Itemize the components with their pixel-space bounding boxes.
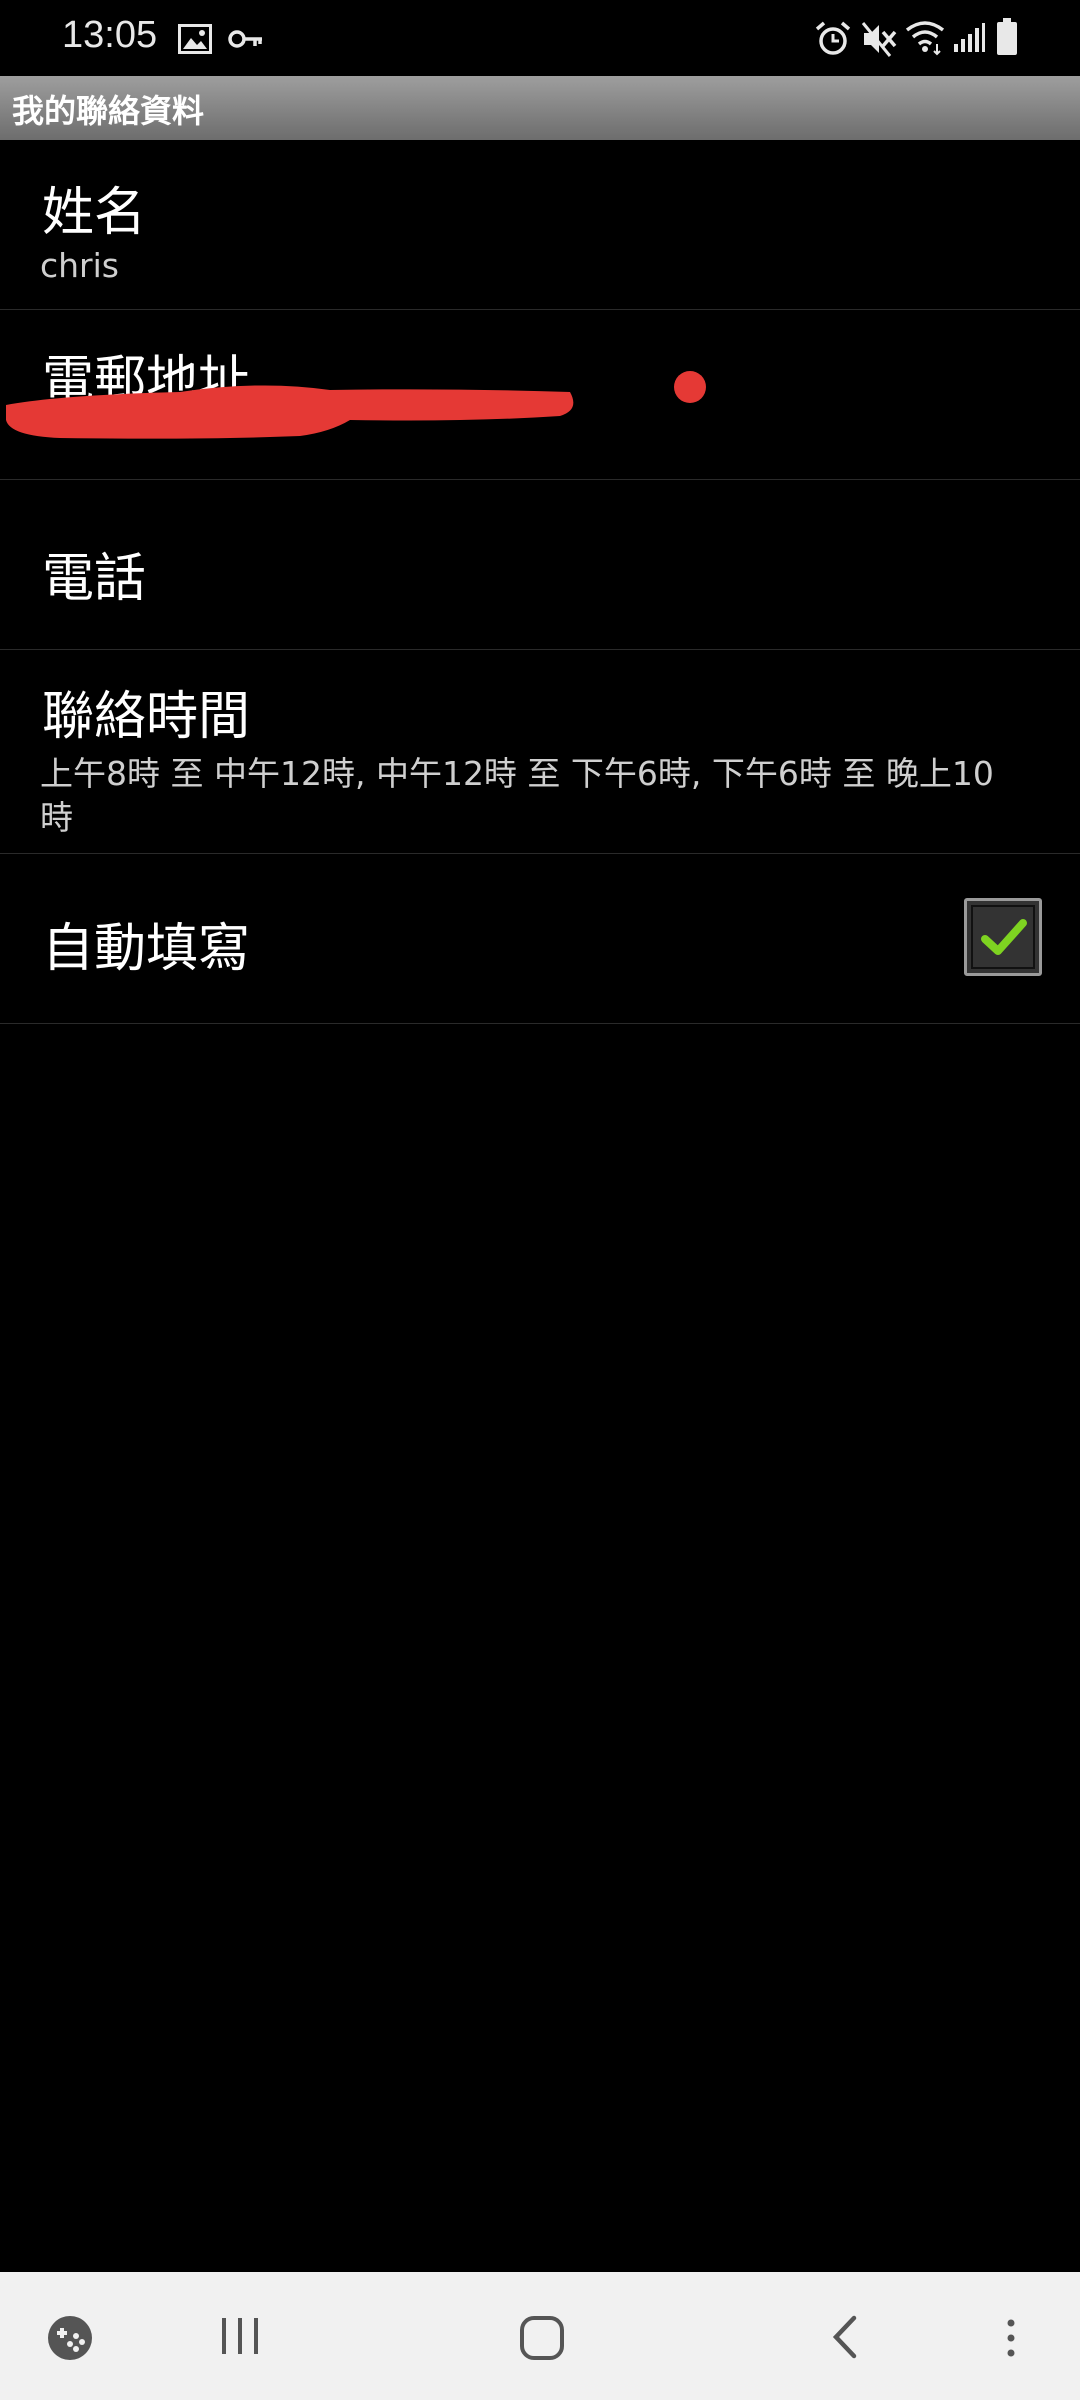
status-bar: 13:05	[0, 0, 1080, 76]
navigation-bar	[0, 2272, 1080, 2400]
pref-contact-time-summary: 上午8時 至 中午12時, 中午12時 至 下午6時, 下午6時 至 晚上10時	[40, 754, 994, 837]
gallery-icon	[178, 24, 212, 54]
pref-name-summary: chris	[40, 246, 119, 285]
page-title: 我的聯絡資料	[12, 92, 205, 130]
pref-name[interactable]: 姓名 chris	[0, 140, 1080, 310]
mute-icon	[861, 22, 897, 57]
battery-icon	[997, 18, 1017, 55]
home-icon[interactable]	[518, 2314, 566, 2362]
check-mark-icon	[981, 919, 1027, 955]
pref-phone[interactable]: 電話	[0, 480, 1080, 650]
pref-name-title: 姓名	[42, 183, 147, 243]
redaction-mark	[6, 371, 706, 439]
alarm-icon	[815, 21, 851, 55]
pref-autofill[interactable]: 自動填寫	[0, 854, 1080, 1024]
autofill-checkbox[interactable]	[964, 898, 1042, 976]
recent-apps-icon[interactable]	[218, 2316, 262, 2356]
signal-icon	[954, 23, 985, 52]
pref-phone-title: 電話	[42, 549, 147, 609]
pref-contact-time-title: 聯絡時間	[42, 687, 251, 747]
pref-autofill-title: 自動填寫	[42, 919, 251, 979]
pref-contact-time[interactable]: 聯絡時間 上午8時 至 中午12時, 中午12時 至 下午6時, 下午6時 至 …	[0, 650, 1080, 854]
status-time: 13:05	[62, 14, 158, 56]
back-icon[interactable]	[828, 2314, 862, 2360]
title-bar: 我的聯絡資料	[0, 76, 1080, 140]
key-icon	[228, 30, 262, 48]
wifi-icon	[905, 21, 945, 56]
game-tools-icon[interactable]	[46, 2314, 94, 2362]
pref-email[interactable]: 電郵地址	[0, 310, 1080, 480]
preference-list: 姓名 chris 電郵地址 電話 聯絡時間 上午8時 至 中午12時, 中午12…	[0, 140, 1080, 1024]
more-icon[interactable]	[1004, 2318, 1018, 2358]
